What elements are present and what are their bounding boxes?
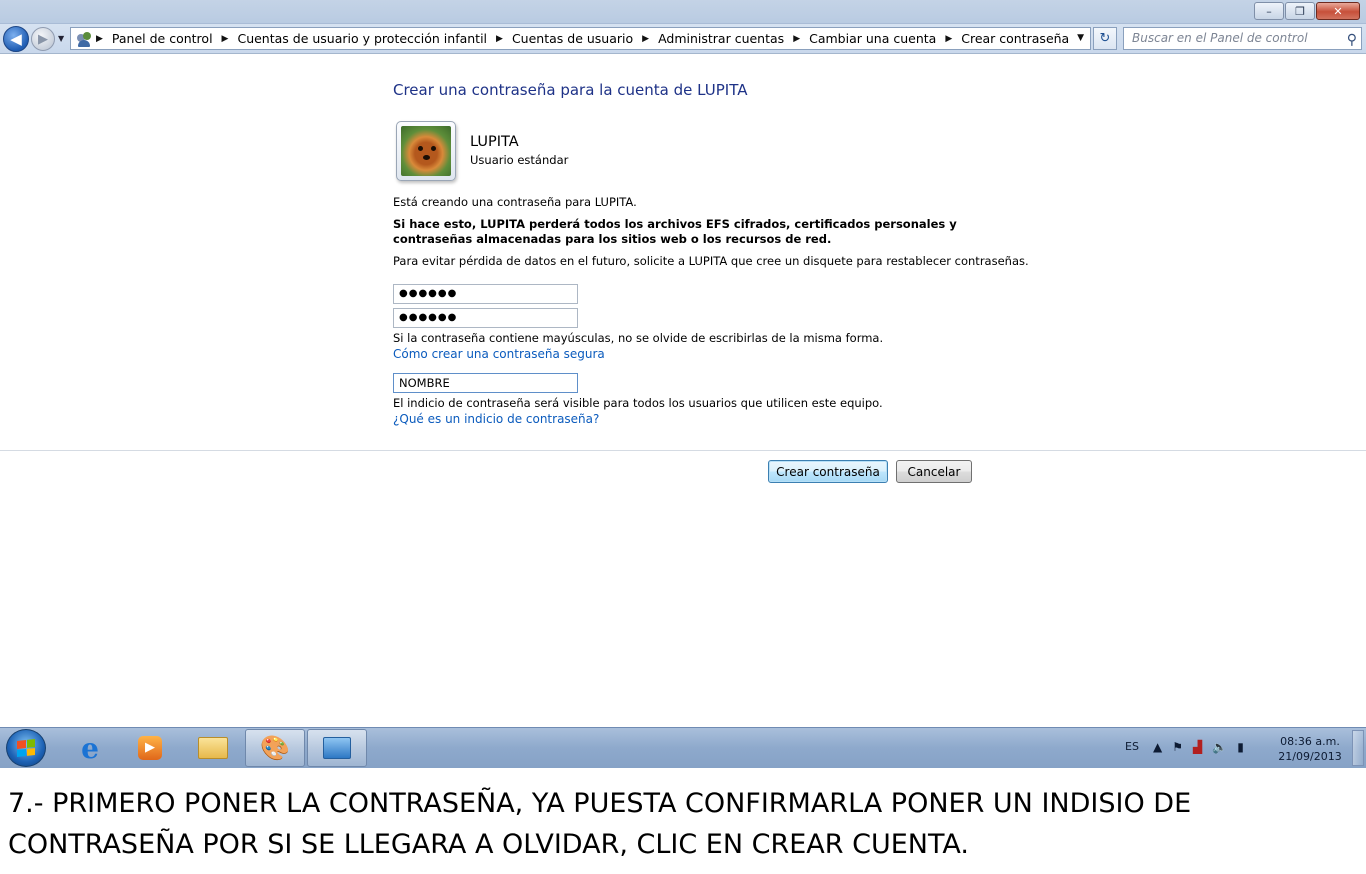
dog-picture-icon — [401, 126, 451, 176]
info-text: Está creando una contraseña para LUPITA. — [393, 195, 637, 209]
network-disconnected-icon[interactable]: ▟ — [1193, 740, 1202, 754]
show-hidden-icons-icon[interactable]: ▲ — [1153, 740, 1162, 754]
action-center-flag-icon[interactable]: ⚑ — [1172, 740, 1183, 754]
case-sensitivity-note: Si la contraseña contiene mayúsculas, no… — [393, 331, 884, 345]
users-icon — [76, 31, 92, 47]
page-title: Crear una contraseña para la cuenta de L… — [393, 81, 748, 99]
breadcrumb-cuentas-proteccion[interactable]: Cuentas de usuario y protección infantil — [237, 31, 487, 46]
cancel-button[interactable]: Cancelar — [896, 460, 972, 483]
paint-taskbar-button[interactable]: 🎨 — [245, 729, 305, 767]
hint-visibility-note: El indicio de contraseña será visible pa… — [393, 396, 883, 410]
instruction-caption: 7.- PRIMERO PONER LA CONTRASEÑA, YA PUES… — [8, 788, 1192, 860]
back-button[interactable]: ◀ — [3, 26, 29, 52]
show-desktop-button[interactable] — [1352, 730, 1364, 766]
control-panel-taskbar-button[interactable] — [307, 729, 367, 767]
account-name: LUPITA — [470, 134, 519, 150]
battery-icon[interactable]: ▮ — [1237, 740, 1244, 754]
recent-pages-dropdown-icon[interactable]: ▼ — [58, 34, 64, 43]
address-dropdown-icon[interactable]: ▼ — [1077, 33, 1084, 43]
file-explorer-taskbar-button[interactable] — [183, 729, 243, 767]
divider — [0, 450, 1366, 451]
volume-icon[interactable]: 🔈 — [1212, 740, 1227, 754]
control-panel-icon — [323, 737, 351, 759]
clock-time: 08:36 a.m. — [1280, 735, 1340, 748]
breadcrumb-crear-contrasena[interactable]: Crear contraseña — [961, 31, 1069, 46]
paint-palette-icon: 🎨 — [260, 734, 290, 762]
navigation-bar: ◀ ▶ ▼ ▶ Panel de control ▶ Cuentas de us… — [0, 24, 1366, 54]
search-input[interactable]: Buscar en el Panel de control ⚲ — [1123, 27, 1362, 50]
breadcrumb-separator[interactable]: ▶ — [222, 34, 229, 44]
breadcrumb-cambiar-cuenta[interactable]: Cambiar una cuenta — [809, 31, 936, 46]
minimize-button[interactable]: – — [1254, 2, 1284, 20]
password-hint-field[interactable]: NOMBRE — [393, 373, 578, 393]
advice-text: Para evitar pérdida de datos en el futur… — [393, 254, 1029, 268]
breadcrumb-panel-de-control[interactable]: Panel de control — [112, 31, 213, 46]
system-tray: ▲ ⚑ ▟ 🔈 ▮ — [1153, 740, 1244, 754]
breadcrumb-separator[interactable]: ▶ — [496, 34, 503, 44]
new-password-field[interactable]: ●●●●●● — [393, 284, 578, 304]
clock[interactable]: 08:36 a.m. 21/09/2013 — [1270, 734, 1350, 764]
secure-password-link[interactable]: Cómo crear una contraseña segura — [393, 347, 605, 361]
breadcrumb-cuentas-usuario[interactable]: Cuentas de usuario — [512, 31, 633, 46]
breadcrumb-separator[interactable]: ▶ — [945, 34, 952, 44]
account-type: Usuario estándar — [470, 153, 569, 167]
forward-arrow-icon: ▶ — [38, 31, 48, 47]
warning-text: Si hace esto, LUPITA perderá todos los a… — [393, 217, 957, 246]
breadcrumb-administrar-cuentas[interactable]: Administrar cuentas — [658, 31, 784, 46]
language-indicator[interactable]: ES — [1125, 740, 1139, 753]
maximize-button[interactable]: ❐ — [1285, 2, 1315, 20]
folder-icon — [198, 737, 228, 759]
media-player-icon: ▶ — [138, 736, 162, 760]
main-content: Crear una contraseña para la cuenta de L… — [0, 55, 1366, 727]
breadcrumb-separator[interactable]: ▶ — [793, 34, 800, 44]
back-arrow-icon: ◀ — [10, 30, 22, 48]
avatar — [396, 121, 456, 181]
clock-date: 21/09/2013 — [1278, 750, 1342, 763]
address-bar[interactable]: ▶ Panel de control ▶ Cuentas de usuario … — [70, 27, 1091, 50]
internet-explorer-icon: e — [81, 731, 99, 765]
windows-logo-icon — [17, 739, 35, 757]
refresh-icon: ↻ — [1099, 31, 1111, 46]
forward-button[interactable]: ▶ — [31, 27, 55, 51]
breadcrumb-separator[interactable]: ▶ — [642, 34, 649, 44]
what-is-hint-link[interactable]: ¿Qué es un indicio de contraseña? — [393, 412, 599, 426]
internet-explorer-taskbar-button[interactable]: e — [60, 729, 120, 767]
breadcrumb-separator[interactable]: ▶ — [96, 34, 103, 44]
search-placeholder: Buscar en el Panel de control — [1132, 31, 1308, 45]
confirm-password-field[interactable]: ●●●●●● — [393, 308, 578, 328]
taskbar: e ▶ 🎨 ES ▲ ⚑ ▟ 🔈 ▮ 08:36 a.m. 21/09/2013 — [0, 727, 1366, 768]
window-controls: – ❐ ✕ — [1254, 2, 1360, 20]
window-titlebar: – ❐ ✕ — [0, 0, 1366, 24]
search-icon[interactable]: ⚲ — [1347, 30, 1357, 51]
close-button[interactable]: ✕ — [1316, 2, 1360, 20]
refresh-button[interactable]: ↻ — [1093, 27, 1117, 50]
start-button[interactable] — [6, 729, 46, 767]
media-player-taskbar-button[interactable]: ▶ — [120, 729, 180, 767]
create-password-button[interactable]: Crear contraseña — [768, 460, 888, 483]
